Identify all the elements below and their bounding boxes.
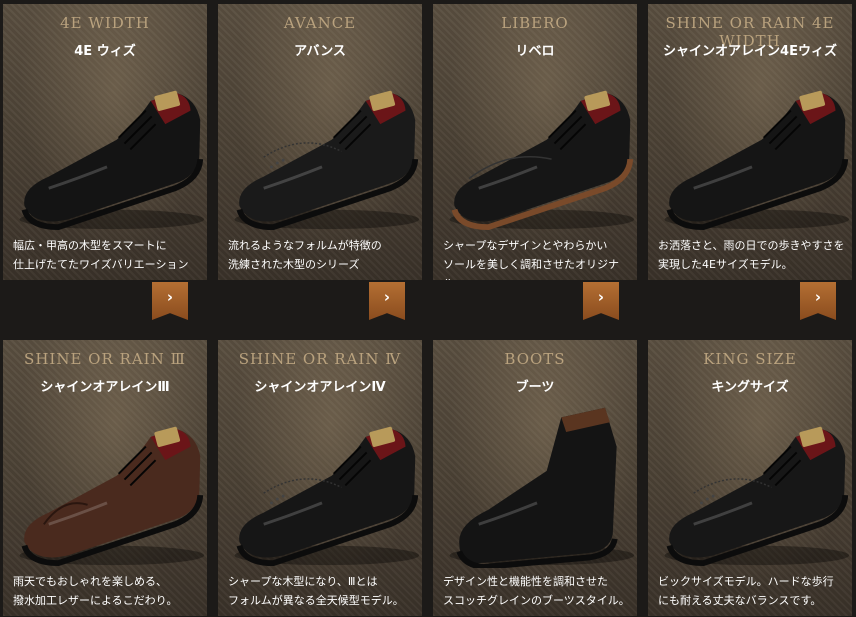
shoe-image[interactable] bbox=[224, 398, 420, 568]
product-card[interactable]: SHINE OR RAIN 4E WIDTH シャインオアレイン4Eウィズ お洒… bbox=[648, 4, 852, 280]
shoe-image[interactable] bbox=[9, 62, 205, 232]
shoe-image[interactable] bbox=[654, 62, 850, 232]
product-card[interactable]: 4E WIDTH 4E ウィズ 幅広・甲高の木型をスマートに 仕上げたてたワイズ… bbox=[3, 4, 207, 280]
product-description: 雨天でもおしゃれを楽しめる、 撥水加工レザーによるこだわり。 bbox=[13, 575, 178, 607]
product-name-en: SHINE OR RAIN Ⅲ bbox=[24, 350, 186, 368]
product-description: シャープな木型になり、Ⅲとは フォルムが異なる全天候型モデル。 bbox=[228, 575, 404, 607]
product-name-en: 4E WIDTH bbox=[60, 14, 150, 32]
product-name-jp: 4E ウィズ bbox=[74, 44, 136, 59]
product-name-jp: シャインオアレインⅢ bbox=[40, 380, 170, 395]
product-name-en: BOOTS bbox=[504, 350, 566, 368]
product-card[interactable]: LIBERO リベロ シャープなデザインとやわらかい ソールを美しく調和させたオ… bbox=[433, 4, 637, 280]
product-card[interactable]: SHINE OR RAIN Ⅲ シャインオアレインⅢ 雨天でもおしゃれを楽しめる… bbox=[3, 340, 207, 616]
product-name-jp: シャインオアレイン4Eウィズ bbox=[663, 44, 837, 59]
shoe-image[interactable] bbox=[224, 62, 420, 232]
product-description: シャープなデザインとやわらかい ソールを美しく調和させたオリジナル。 bbox=[443, 239, 619, 280]
more-arrow-button[interactable]: › bbox=[800, 282, 836, 320]
product-description: ビックサイズモデル。ハードな歩行 にも耐える丈夫なバランスです。 bbox=[658, 575, 834, 607]
more-arrow-button[interactable]: › bbox=[583, 282, 619, 320]
product-grid: 4E WIDTH 4E ウィズ 幅広・甲高の木型をスマートに 仕上げたてたワイズ… bbox=[0, 0, 856, 617]
product-name-jp: キングサイズ bbox=[711, 380, 789, 395]
product-name-en: KING SIZE bbox=[703, 350, 797, 368]
product-name-en: AVANCE bbox=[283, 14, 357, 32]
product-name-jp: アバンス bbox=[294, 44, 346, 59]
product-name-en: SHINE OR RAIN Ⅳ bbox=[238, 350, 402, 368]
product-card[interactable]: AVANCE アバンス 流れるようなフォルムが特徴の 洗練された木型のシリーズ bbox=[218, 4, 422, 280]
more-arrow-button[interactable]: › bbox=[152, 282, 188, 320]
shoe-image[interactable] bbox=[439, 398, 635, 568]
product-card[interactable]: SHINE OR RAIN Ⅳ シャインオアレインⅣ シャープな木型になり、Ⅲと… bbox=[218, 340, 422, 616]
shoe-image[interactable] bbox=[9, 398, 205, 568]
shoe-image[interactable] bbox=[654, 398, 850, 568]
product-name-jp: ブーツ bbox=[515, 380, 555, 395]
product-name-jp: リベロ bbox=[515, 44, 555, 59]
product-description: デザイン性と機能性を調和させた スコッチグレインのブーツスタイル。 bbox=[443, 575, 630, 607]
product-name-en: LIBERO bbox=[501, 14, 569, 32]
product-card[interactable]: BOOTS ブーツ デザイン性と機能性を調和させた スコッチグレインのブーツスタ… bbox=[433, 340, 637, 616]
product-description: 流れるようなフォルムが特徴の 洗練された木型のシリーズ bbox=[228, 239, 382, 271]
more-arrow-button[interactable]: › bbox=[369, 282, 405, 320]
shoe-image[interactable] bbox=[439, 62, 635, 232]
product-description: 幅広・甲高の木型をスマートに 仕上げたてたワイズバリエーション bbox=[13, 239, 189, 271]
product-description: お洒落さと、雨の日での歩きやすさを 実現した4Eサイズモデル。 bbox=[658, 239, 845, 271]
product-card[interactable]: KING SIZE キングサイズ ビックサイズモデル。ハードな歩行 にも耐える丈… bbox=[648, 340, 852, 616]
product-name-jp: シャインオアレインⅣ bbox=[254, 380, 386, 395]
